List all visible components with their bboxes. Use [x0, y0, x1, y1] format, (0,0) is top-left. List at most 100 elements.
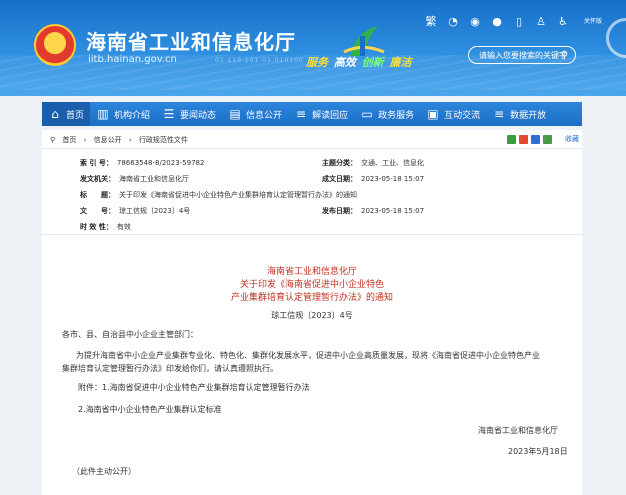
- nav-item-news[interactable]: ☰ 要闻动态: [156, 102, 222, 126]
- nav-label: 要闻动态: [180, 110, 217, 121]
- user-icon[interactable]: ♙: [534, 15, 548, 28]
- meta-value: 关于印发《海南省促进中小企业特色产业集群培育认定管理暂行办法》的通知: [119, 191, 357, 199]
- meta-label: 发文机关：: [80, 175, 115, 183]
- meta-label: 文 号：: [80, 207, 115, 215]
- body-line: 集群培育认定管理暂行办法》印发给你们，请认真遵照执行。: [62, 364, 278, 373]
- nav-label: 解读回应: [312, 110, 349, 121]
- nav-item-interaction[interactable]: ▣ 互动交流: [420, 102, 486, 126]
- meta-index: 索 引 号： 78663548-8/2023-59782: [80, 158, 204, 168]
- document-metadata: 索 引 号： 78663548-8/2023-59782 主题分类： 交通、工业、信…: [42, 148, 582, 235]
- share-weibo-icon[interactable]: [519, 134, 528, 144]
- breadcrumb-home[interactable]: 首页: [62, 136, 76, 144]
- location-icon: ⚲: [50, 136, 56, 144]
- meta-label: 发布日期：: [322, 207, 357, 215]
- meta-created: 成文日期： 2023-05-18 15:07: [322, 174, 424, 184]
- info-icon: ▤: [229, 107, 241, 121]
- share-qzone-icon[interactable]: [543, 134, 552, 144]
- breadcrumb-separator: ›: [128, 136, 132, 144]
- meta-validity: 时 效 性： 有效: [80, 222, 131, 232]
- nav-label: 数据开放: [510, 110, 547, 121]
- meta-topic: 主题分类： 交通、工业、信息化: [322, 158, 424, 168]
- breadcrumb-separator: ›: [83, 136, 87, 144]
- breadcrumb: ⚲ 首页 › 信息公开 › 行政规范性文件 收藏: [42, 130, 582, 149]
- document-salutation: 各市、县、自治县中小企业主管部门：: [62, 330, 198, 339]
- document-heading-line: 海南省工业和信息化厅: [266, 267, 357, 277]
- favorite-link[interactable]: 收藏: [565, 134, 579, 144]
- building-icon: ▥: [97, 107, 109, 121]
- site-header: 海南省工业和信息化厅 iitb.hainan.gov.cn 01 110 101…: [0, 0, 626, 96]
- meta-value: 交通、工业、信息化: [361, 159, 424, 167]
- wechat-icon[interactable]: ●: [490, 15, 504, 28]
- site-domain: iitb.hainan.gov.cn: [88, 54, 177, 65]
- document-number: 琼工信规〔2023〕4号: [271, 311, 353, 320]
- meta-value: 2023-05-18 15:07: [361, 175, 425, 183]
- meta-publisher: 发文机关： 海南省工业和信息化厅: [80, 174, 189, 184]
- chat-icon: ▣: [427, 107, 439, 121]
- slogan-word: 高效: [333, 56, 356, 69]
- interpret-icon: ≡: [296, 107, 307, 121]
- meta-label: 时 效 性：: [80, 223, 113, 231]
- nav-label: 首页: [66, 110, 85, 121]
- mobile-icon[interactable]: ▯: [512, 15, 526, 28]
- nav-label: 机构介绍: [114, 110, 151, 121]
- search-input[interactable]: 请输入您要搜索的关键字: [479, 50, 567, 61]
- traditional-chinese-icon[interactable]: 繁: [424, 13, 438, 29]
- nav-item-info[interactable]: ▤ 信息公开: [222, 102, 288, 126]
- slogan-word: 创新: [361, 56, 384, 69]
- binary-decoration: 01 110 101 01 010100: [215, 57, 304, 64]
- main-content: ⚲ 首页 › 信息公开 › 行政规范性文件 收藏 索 引 号： 78663548-…: [42, 130, 582, 495]
- breadcrumb-current[interactable]: 行政规范性文件: [139, 136, 188, 144]
- search-icon[interactable]: ⚲: [558, 49, 571, 62]
- nav-item-interpret[interactable]: ≡ 解读回应: [288, 102, 354, 126]
- meta-title: 标 题： 关于印发《海南省促进中小企业特色产业集群培育认定管理暂行办法》的通知: [80, 190, 357, 200]
- nav-item-services[interactable]: ▭ 政务服务: [354, 102, 420, 126]
- header-arc-decoration: [606, 18, 626, 58]
- home-icon: ⌂: [51, 107, 59, 121]
- meta-label: 主题分类：: [322, 159, 357, 167]
- document-heading-line: 产业集群培育认定管理暂行办法》的通知: [230, 293, 393, 303]
- meta-label: 标 题：: [80, 191, 115, 199]
- slogan-word: 廉洁: [389, 56, 412, 69]
- meta-value: 有效: [116, 223, 131, 231]
- meta-label: 索 引 号：: [80, 159, 113, 167]
- meta-value: 2023-05-18 15:07: [361, 207, 425, 215]
- accessibility-icon[interactable]: ◔: [446, 15, 460, 28]
- monitor-icon: ▭: [361, 107, 373, 121]
- nav-label: 互动交流: [444, 110, 481, 121]
- document-signature: 海南省工业和信息化厅: [478, 426, 558, 435]
- search-box[interactable]: 请输入您要搜索的关键字 ⚲: [468, 46, 576, 64]
- national-emblem-icon[interactable]: [34, 24, 76, 66]
- utility-icons: 繁 ◔ ◉ ● ▯ ♙ ♿: [424, 13, 570, 29]
- attachment-line: 附件：1.海南省促进中小企业特色产业集群培育认定管理暂行办法: [78, 383, 310, 392]
- share-bar: 收藏: [507, 134, 579, 144]
- share-wechat-icon[interactable]: [507, 134, 516, 144]
- slogan: 服务 高效 创新 廉洁: [306, 54, 414, 70]
- document-date: 2023年5月18日: [508, 447, 568, 456]
- data-icon: ≡: [494, 107, 505, 121]
- meta-docno: 文 号： 琼工信规〔2023〕4号: [80, 206, 190, 216]
- meta-value: 海南省工业和信息化厅: [119, 175, 189, 183]
- share-qq-icon[interactable]: [531, 134, 540, 144]
- news-icon: ☰: [163, 107, 175, 121]
- meta-value: 琼工信规〔2023〕4号: [119, 207, 191, 215]
- weibo-icon[interactable]: ◉: [468, 15, 482, 28]
- nav-item-data[interactable]: ≡ 数据开放: [486, 102, 552, 126]
- slogan-word: 服务: [306, 56, 328, 69]
- document-heading-line: 关于印发《海南省促进中小企业特色: [239, 280, 384, 290]
- body-line: 为提升海南省中小企业产业集群专业化、特色化、集群化发展水平，促进中小企业高质量发…: [76, 351, 540, 360]
- site-title[interactable]: 海南省工业和信息化厅: [86, 26, 296, 55]
- nav-item-home[interactable]: ⌂ 首页: [42, 102, 91, 126]
- nav-label: 政务服务: [378, 110, 415, 121]
- breadcrumb-info[interactable]: 信息公开: [94, 136, 122, 144]
- meta-label: 成文日期：: [322, 175, 357, 183]
- document-body: 为提升海南省中小企业产业集群专业化、特色化、集群化发展水平，促进中小企业高质量发…: [62, 349, 577, 375]
- meta-published: 发布日期： 2023-05-18 15:07: [322, 206, 424, 216]
- attachment-line: 2.海南省中小企业特色产业集群认定标准: [78, 405, 222, 414]
- nav-item-about[interactable]: ▥ 机构介绍: [90, 102, 156, 126]
- public-note: （此件主动公开）: [72, 467, 136, 476]
- main-nav: ⌂ 首页 ▥ 机构介绍 ☰ 要闻动态 ▤ 信息公开 ≡ 解读回应 ▭ 政务服务 …: [42, 102, 582, 126]
- elderly-mode-label[interactable]: 关怀版: [584, 16, 602, 25]
- meta-value: 78663548-8/2023-59782: [116, 159, 205, 167]
- elderly-mode-icon[interactable]: ♿: [556, 15, 570, 28]
- nav-label: 信息公开: [246, 110, 283, 121]
